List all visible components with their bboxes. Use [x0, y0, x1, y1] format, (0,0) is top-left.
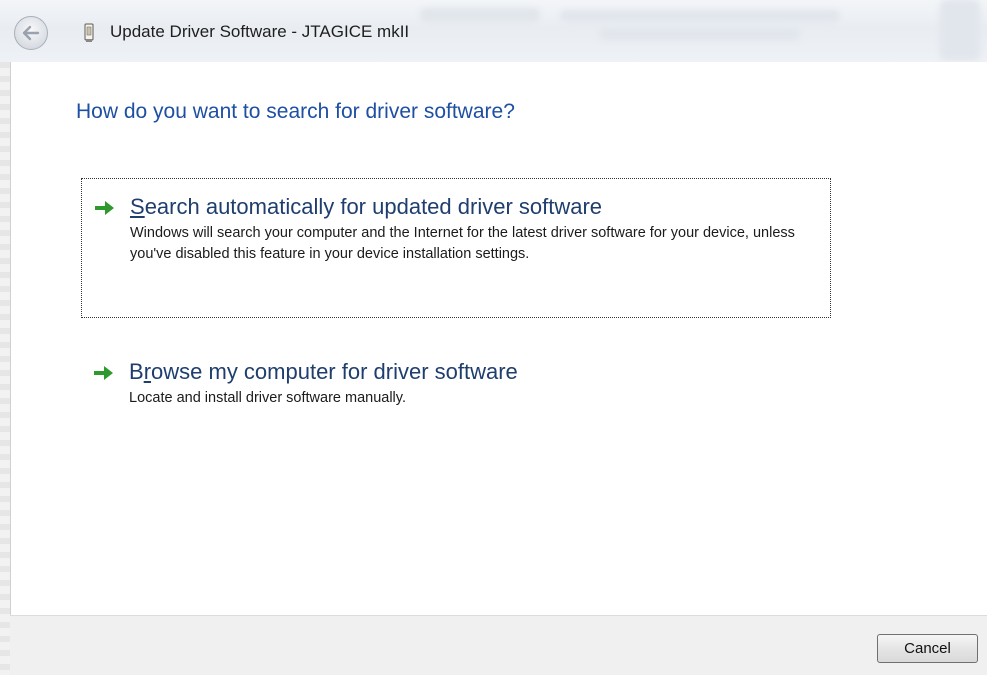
back-arrow-icon: [22, 25, 40, 41]
option-description: Locate and install driver software manua…: [129, 390, 406, 406]
option-title: Browse my computer for driver software: [129, 359, 518, 384]
window-title: Update Driver Software - JTAGICE mkII: [110, 22, 410, 41]
green-arrow-icon: [94, 366, 113, 380]
option-description: Windows will search your computer and th…: [130, 225, 795, 262]
update-driver-window: Update Driver Software - JTAGICE mkII Ho…: [0, 0, 987, 675]
content-area: How do you want to search for driver sof…: [10, 62, 987, 615]
back-button[interactable]: [14, 16, 48, 50]
green-arrow-icon: [95, 201, 114, 215]
browse-computer-option[interactable]: Browse my computer for driver software L…: [81, 344, 831, 424]
footer-bar: Cancel: [10, 615, 987, 675]
left-window-edge: [0, 62, 10, 675]
cancel-button[interactable]: Cancel: [877, 634, 978, 663]
search-automatically-option[interactable]: Search automatically for updated driver …: [81, 178, 831, 318]
usb-device-icon: [80, 22, 98, 44]
title-bar: Update Driver Software - JTAGICE mkII: [0, 0, 987, 62]
page-title: How do you want to search for driver sof…: [76, 100, 515, 123]
option-title: Search automatically for updated driver …: [130, 194, 603, 219]
